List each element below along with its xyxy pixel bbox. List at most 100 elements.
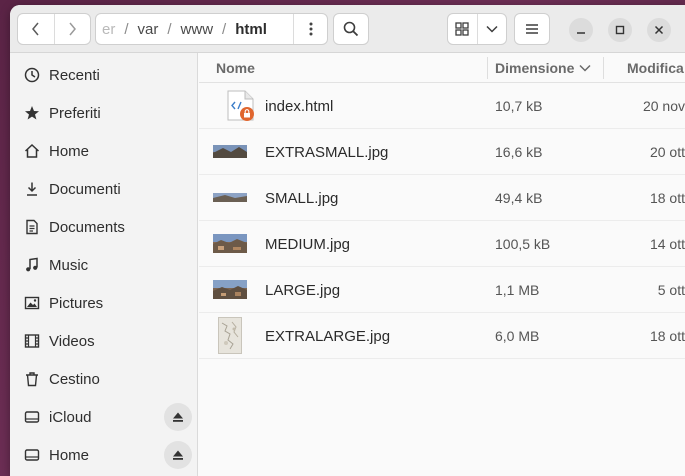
- sidebar-item-label: Home: [49, 446, 90, 464]
- path-bar: er / var / www / html: [95, 13, 328, 45]
- clock-icon: [23, 66, 41, 84]
- minimize-button[interactable]: [569, 18, 593, 42]
- sidebar-item-documenti[interactable]: Documenti: [10, 170, 198, 208]
- image-thumbnail: [213, 234, 247, 253]
- eject-icon: [173, 450, 183, 460]
- home-icon: [23, 142, 41, 160]
- file-list-view: Nome Dimensione Modifica index.html 10,7…: [199, 53, 685, 476]
- sidebar-item-label: Pictures: [49, 294, 104, 312]
- breadcrumb-separator: /: [222, 20, 227, 38]
- sidebar-item-icloud[interactable]: iCloud: [10, 398, 198, 436]
- eject-button[interactable]: [164, 403, 192, 431]
- file-modified: 5 ott: [657, 282, 685, 298]
- image-thumbnail: [213, 193, 247, 202]
- table-row[interactable]: EXTRALARGE.jpg 6,0 MB 18 ott: [199, 313, 685, 359]
- close-button[interactable]: [647, 18, 671, 42]
- sidebar-item-cestino[interactable]: Cestino: [10, 360, 198, 398]
- sidebar: Recenti Preferiti Home Documenti Documen…: [10, 53, 198, 476]
- image-thumbnail: [213, 145, 247, 158]
- sidebar-item-preferiti[interactable]: Preferiti: [10, 94, 198, 132]
- table-row[interactable]: SMALL.jpg 49,4 kB 18 ott: [199, 175, 685, 221]
- view-toggle-group: [447, 13, 507, 45]
- chevron-down-icon: [486, 25, 498, 33]
- sidebar-item-label: Documenti: [49, 180, 121, 198]
- header-bar: er / var / www / html: [10, 5, 685, 53]
- breadcrumb-separator: /: [167, 20, 172, 38]
- file-size: 6,0 MB: [495, 328, 540, 344]
- sidebar-item-home-drive[interactable]: Home: [10, 436, 198, 474]
- file-size: 100,5 kB: [495, 236, 551, 252]
- file-modified: 18 ott: [649, 190, 685, 206]
- breadcrumb-item-html[interactable]: html: [235, 21, 267, 38]
- close-icon: [654, 25, 664, 35]
- sidebar-item-label: Home: [49, 142, 90, 160]
- main-menu-button[interactable]: [514, 13, 550, 45]
- breadcrumb-item-var[interactable]: var: [138, 21, 159, 38]
- html-file-icon: [227, 90, 254, 121]
- document-icon: [23, 218, 41, 236]
- column-header-row: Nome Dimensione Modifica: [199, 53, 685, 83]
- drive-icon: [23, 408, 41, 426]
- drive-icon: [23, 446, 41, 464]
- sidebar-item-label: Music: [49, 256, 89, 274]
- column-divider[interactable]: [603, 57, 604, 79]
- image-thumbnail: [213, 280, 247, 299]
- more-vertical-icon: [309, 22, 312, 36]
- column-header-size[interactable]: Dimensione: [495, 53, 591, 83]
- sidebar-item-documents[interactable]: Documents: [10, 208, 198, 246]
- film-icon: [23, 332, 41, 350]
- path-menu-button[interactable]: [293, 14, 327, 44]
- breadcrumb-item-www[interactable]: www: [181, 21, 214, 38]
- file-name: LARGE.jpg: [265, 281, 341, 299]
- sidebar-item-home[interactable]: Home: [10, 132, 198, 170]
- table-row[interactable]: EXTRASMALL.jpg 16,6 kB 20 ott: [199, 129, 685, 175]
- file-modified: 20 nov: [642, 98, 685, 114]
- eject-button[interactable]: [164, 441, 192, 469]
- file-name: MEDIUM.jpg: [265, 235, 351, 253]
- breadcrumb-item[interactable]: er: [102, 21, 115, 38]
- search-button[interactable]: [333, 13, 369, 45]
- file-name: SMALL.jpg: [265, 189, 339, 207]
- picture-icon: [23, 294, 41, 312]
- column-header-modified[interactable]: Modifica: [627, 53, 684, 83]
- music-icon: [23, 256, 41, 274]
- sidebar-item-music[interactable]: Music: [10, 246, 198, 284]
- table-row[interactable]: LARGE.jpg 1,1 MB 5 ott: [199, 267, 685, 313]
- maximize-button[interactable]: [608, 18, 632, 42]
- file-size: 16,6 kB: [495, 144, 543, 160]
- table-row[interactable]: MEDIUM.jpg 100,5 kB 14 ott: [199, 221, 685, 267]
- sidebar-item-label: Preferiti: [49, 104, 101, 122]
- sort-descending-icon: [579, 64, 591, 72]
- file-modified: 20 ott: [649, 144, 685, 160]
- star-icon: [23, 104, 41, 122]
- file-modified: 14 ott: [649, 236, 685, 252]
- breadcrumb: er / var / www / html: [96, 21, 293, 38]
- column-header-size-label: Dimensione: [495, 60, 575, 76]
- sidebar-item-videos[interactable]: Videos: [10, 322, 198, 360]
- minimize-icon: [577, 32, 585, 34]
- hamburger-menu-icon: [526, 24, 538, 34]
- forward-button[interactable]: [53, 14, 91, 44]
- sidebar-item-label: Documents: [49, 218, 125, 236]
- file-size: 1,1 MB: [495, 282, 540, 298]
- navigation-buttons: [17, 13, 91, 45]
- eject-icon: [173, 412, 183, 422]
- file-size: 49,4 kB: [495, 190, 543, 206]
- image-thumbnail: [218, 317, 242, 354]
- sidebar-item-label: Recenti: [49, 66, 100, 84]
- file-name: EXTRALARGE.jpg: [265, 327, 391, 345]
- table-row[interactable]: index.html 10,7 kB 20 nov: [199, 83, 685, 129]
- grid-icon: [455, 22, 469, 36]
- sidebar-item-recenti[interactable]: Recenti: [10, 56, 198, 94]
- chevron-right-icon: [69, 22, 77, 36]
- sidebar-item-label: Cestino: [49, 370, 100, 388]
- file-name: index.html: [265, 97, 334, 115]
- file-manager-window: er / var / www / html Recenti Preferiti …: [10, 5, 685, 476]
- file-size: 10,7 kB: [495, 98, 543, 114]
- back-button[interactable]: [18, 14, 54, 44]
- column-header-name[interactable]: Nome: [216, 53, 255, 83]
- grid-view-button[interactable]: [448, 14, 477, 44]
- column-divider[interactable]: [487, 57, 488, 79]
- sidebar-item-pictures[interactable]: Pictures: [10, 284, 198, 322]
- view-options-dropdown[interactable]: [476, 14, 507, 44]
